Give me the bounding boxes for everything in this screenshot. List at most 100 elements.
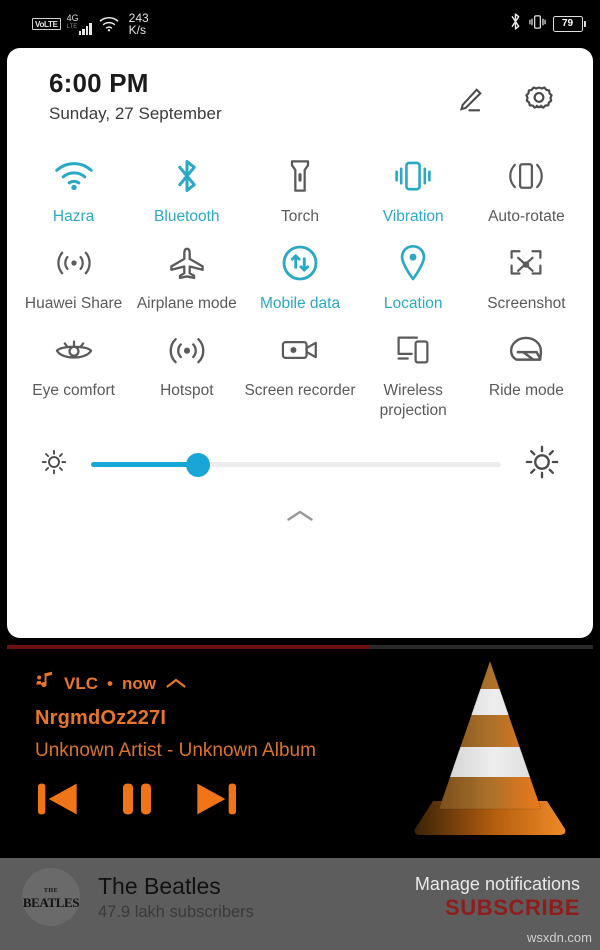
tile-ride-mode[interactable]: Ride mode bbox=[470, 314, 583, 421]
tile-hotspot[interactable]: Hotspot bbox=[130, 314, 243, 421]
status-bar-left: VoLTE 4G LTE 243 K/s bbox=[32, 11, 149, 37]
cellular-signal-icon: 4G LTE bbox=[67, 13, 92, 35]
brightness-slider-fill bbox=[91, 462, 198, 467]
tile-label: Auto-rotate bbox=[488, 208, 565, 225]
edit-pencil-icon[interactable] bbox=[453, 83, 487, 122]
wifi-icon bbox=[53, 154, 95, 198]
location-pin-icon bbox=[398, 241, 428, 285]
huawei-share-icon bbox=[53, 241, 95, 285]
tile-vibration[interactable]: Vibration bbox=[357, 140, 470, 227]
subscriber-count: 47.9 lakh subscribers bbox=[98, 903, 254, 921]
eye-comfort-icon bbox=[53, 328, 95, 372]
tile-label: Bluetooth bbox=[154, 208, 220, 225]
quick-settings-panel: 6:00 PM Sunday, 27 September Hazra Bluet… bbox=[7, 48, 593, 638]
network-sub-label: LTE bbox=[66, 24, 78, 30]
wireless-projection-icon bbox=[393, 328, 433, 372]
gear-icon[interactable] bbox=[521, 82, 557, 123]
vlc-app-name: VLC bbox=[64, 673, 98, 693]
media-track-title: NrgmdOz227I bbox=[35, 707, 167, 729]
tile-screen-recorder[interactable]: Screen recorder bbox=[243, 314, 356, 421]
tile-label: Huawei Share bbox=[24, 295, 123, 312]
avatar: THE BEATLES bbox=[22, 868, 80, 926]
pause-icon[interactable] bbox=[117, 779, 157, 824]
tile-label: Eye comfort bbox=[32, 382, 115, 399]
vibration-icon bbox=[392, 154, 434, 198]
battery-tip bbox=[584, 21, 586, 27]
tile-label: Torch bbox=[281, 208, 319, 225]
youtube-bar-inner: THE BEATLES The Beatles 47.9 lakh subscr… bbox=[0, 858, 600, 936]
watermark: wsxdn.com bbox=[526, 930, 592, 945]
brightness-control bbox=[7, 421, 593, 486]
tile-row-2: Huawei Share Airplane mode Mobile data L… bbox=[17, 227, 583, 314]
quick-settings-header: 6:00 PM Sunday, 27 September bbox=[7, 48, 593, 126]
music-note-icon bbox=[35, 671, 55, 696]
tile-label: Mobile data bbox=[259, 295, 341, 312]
tile-label: Screenshot bbox=[487, 295, 566, 312]
bluetooth-icon bbox=[509, 12, 522, 36]
tile-location[interactable]: Location bbox=[357, 227, 470, 314]
data-rate-indicator: 243 K/s bbox=[128, 11, 149, 37]
vlc-app-header: VLC • now bbox=[35, 671, 593, 696]
current-time: 6:00 PM bbox=[49, 68, 149, 98]
tile-torch[interactable]: Torch bbox=[243, 140, 356, 227]
volte-icon: VoLTE bbox=[32, 18, 61, 30]
screen-recorder-icon bbox=[279, 328, 321, 372]
header-actions bbox=[453, 68, 567, 123]
channel-info: The Beatles 47.9 lakh subscribers bbox=[98, 872, 254, 922]
avatar-label: THE BEATLES bbox=[22, 886, 80, 910]
battery-body: 79 bbox=[552, 16, 583, 32]
channel-name: The Beatles bbox=[98, 873, 221, 899]
brightness-low-icon[interactable] bbox=[39, 447, 69, 482]
manage-notifications-link[interactable]: Manage notifications bbox=[415, 873, 580, 895]
vlc-time-label: now bbox=[121, 673, 156, 693]
subscribe-button[interactable]: SUBSCRIBE bbox=[415, 895, 580, 921]
vlc-separator: • bbox=[107, 673, 113, 693]
battery-percent-label: 79 bbox=[561, 18, 574, 29]
tile-label: Airplane mode bbox=[136, 295, 237, 312]
tile-huawei-share[interactable]: Huawei Share bbox=[17, 227, 130, 314]
media-controls bbox=[35, 779, 593, 824]
tile-airplane-mode[interactable]: Airplane mode bbox=[130, 227, 243, 314]
tile-row-1: Hazra Bluetooth Torch Vibration Auto-rot… bbox=[17, 140, 583, 227]
flashlight-icon bbox=[288, 154, 312, 198]
tile-eye-comfort[interactable]: Eye comfort bbox=[17, 314, 130, 421]
airplane-icon bbox=[168, 241, 206, 285]
brightness-slider[interactable] bbox=[91, 452, 501, 477]
tile-bluetooth[interactable]: Bluetooth bbox=[130, 140, 243, 227]
tile-row-3: Eye comfort Hotspot Screen recorder Wire… bbox=[17, 314, 583, 421]
tile-wifi[interactable]: Hazra bbox=[17, 140, 130, 227]
brightness-high-icon[interactable] bbox=[523, 443, 561, 486]
brightness-slider-knob[interactable] bbox=[185, 452, 210, 477]
current-date: Sunday, 27 September bbox=[49, 104, 222, 123]
quick-settings-tiles: Hazra Bluetooth Torch Vibration Auto-rot… bbox=[7, 126, 593, 421]
vlc-notification-body: VLC • now NrgmdOz227I Unknown Artist - U… bbox=[7, 645, 593, 824]
auto-rotate-icon bbox=[506, 154, 546, 198]
signal-bars-icon bbox=[78, 23, 92, 35]
avatar-main-label: BEATLES bbox=[22, 895, 80, 910]
wifi-status-icon bbox=[98, 15, 120, 33]
skip-previous-icon[interactable] bbox=[35, 779, 81, 824]
data-rate-unit: K/s bbox=[128, 23, 146, 37]
battery-indicator: 79 bbox=[552, 16, 586, 32]
chevron-up-icon[interactable] bbox=[165, 677, 187, 690]
tile-label: Wireless projection bbox=[379, 382, 447, 419]
bluetooth-icon bbox=[174, 154, 200, 198]
tile-label: Hotspot bbox=[160, 382, 214, 399]
tile-label: Screen recorder bbox=[244, 382, 356, 399]
vibrate-icon bbox=[528, 13, 546, 36]
panel-collapse-handle[interactable] bbox=[7, 486, 593, 529]
skip-next-icon[interactable] bbox=[193, 779, 239, 824]
ride-mode-icon bbox=[506, 328, 546, 372]
hotspot-icon bbox=[167, 328, 207, 372]
tile-label: Hazra bbox=[52, 208, 95, 225]
tile-screenshot[interactable]: Screenshot bbox=[470, 227, 583, 314]
chevron-up-icon[interactable] bbox=[285, 508, 315, 529]
tile-label: Location bbox=[383, 295, 443, 312]
tile-wireless-projection[interactable]: Wireless projection bbox=[357, 314, 470, 421]
tile-label: Ride mode bbox=[488, 382, 564, 399]
vlc-media-notification[interactable]: VLC • now NrgmdOz227I Unknown Artist - U… bbox=[7, 645, 593, 858]
status-bar: VoLTE 4G LTE 243 K/s 79 bbox=[0, 0, 600, 48]
channel-actions: Manage notifications SUBSCRIBE bbox=[415, 873, 586, 921]
tile-mobile-data[interactable]: Mobile data bbox=[243, 227, 356, 314]
tile-auto-rotate[interactable]: Auto-rotate bbox=[470, 140, 583, 227]
